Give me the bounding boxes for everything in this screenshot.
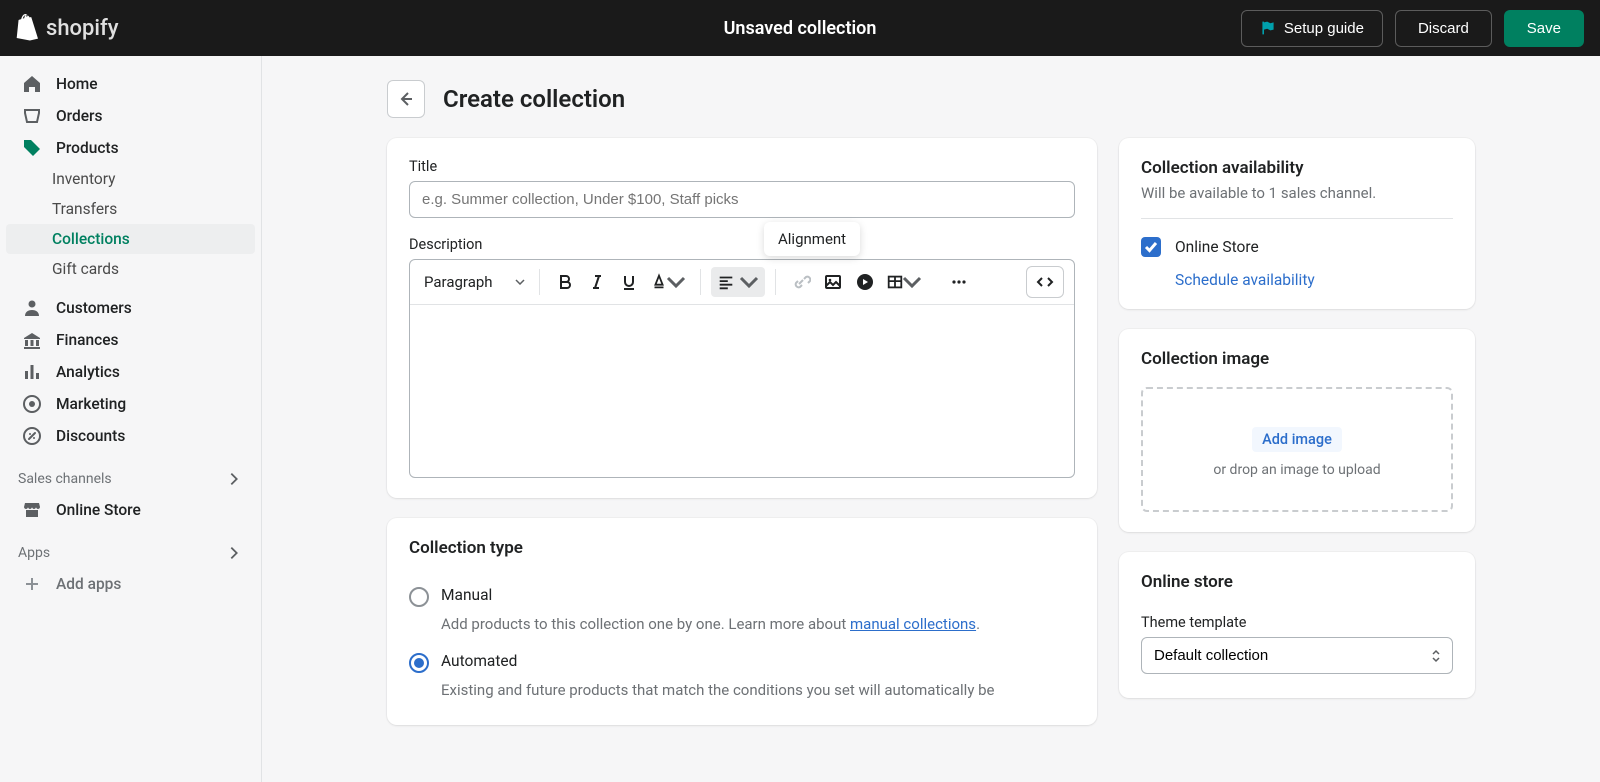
- automated-radio[interactable]: [409, 653, 429, 673]
- plus-icon: [22, 574, 42, 594]
- availability-title: Collection availability: [1141, 158, 1453, 178]
- back-button[interactable]: [387, 80, 425, 118]
- description-label: Description: [409, 236, 1075, 253]
- page-title: Create collection: [443, 85, 625, 113]
- chevron-right-icon: [225, 544, 243, 562]
- caret-down-icon: [902, 272, 922, 292]
- nav-inventory[interactable]: Inventory: [6, 164, 255, 194]
- nav-orders[interactable]: Orders: [6, 100, 255, 132]
- save-button[interactable]: Save: [1504, 10, 1584, 47]
- marketing-icon: [22, 394, 42, 414]
- unsaved-title: Unsaved collection: [724, 18, 877, 39]
- theme-template-select[interactable]: Default collection: [1141, 637, 1453, 674]
- nav-customers[interactable]: Customers: [6, 292, 255, 324]
- setup-guide-button[interactable]: Setup guide: [1241, 10, 1383, 47]
- schedule-availability-link[interactable]: Schedule availability: [1175, 271, 1453, 289]
- nav-home[interactable]: Home: [6, 68, 255, 100]
- collection-type-title: Collection type: [409, 538, 1075, 558]
- underline-button[interactable]: [614, 267, 644, 297]
- image-button[interactable]: [818, 267, 848, 297]
- sales-channels-header[interactable]: Sales channels: [0, 452, 261, 494]
- manual-collections-link[interactable]: manual collections: [850, 615, 976, 633]
- availability-sub: Will be available to 1 sales channel.: [1141, 184, 1453, 202]
- home-icon: [22, 74, 42, 94]
- description-textarea[interactable]: [410, 305, 1074, 477]
- nav-collections[interactable]: Collections: [6, 224, 255, 254]
- online-store-card: Online store Theme template Default coll…: [1119, 552, 1475, 698]
- availability-card: Collection availability Will be availabl…: [1119, 138, 1475, 309]
- collection-type-card: Collection type Manual Add products to t…: [387, 518, 1097, 725]
- nav-marketing[interactable]: Marketing: [6, 388, 255, 420]
- italic-button[interactable]: [582, 267, 612, 297]
- discard-button[interactable]: Discard: [1395, 10, 1492, 47]
- sidebar: Home Orders Products Inventory Transfers…: [0, 56, 262, 782]
- image-title: Collection image: [1141, 349, 1453, 369]
- table-button[interactable]: [882, 267, 926, 297]
- video-button[interactable]: [850, 267, 880, 297]
- nav-online-store[interactable]: Online Store: [6, 494, 255, 526]
- nav-add-apps[interactable]: Add apps: [6, 568, 255, 600]
- flag-icon: [1260, 20, 1276, 36]
- collection-image-card: Collection image Add image or drop an im…: [1119, 329, 1475, 532]
- arrow-left-icon: [396, 89, 416, 109]
- nav-transfers[interactable]: Transfers: [6, 194, 255, 224]
- automated-desc: Existing and future products that match …: [441, 679, 1075, 702]
- nav-gift-cards[interactable]: Gift cards: [6, 254, 255, 284]
- caret-down-icon: [739, 272, 759, 292]
- paragraph-dropdown[interactable]: Paragraph: [420, 267, 529, 297]
- nav-analytics[interactable]: Analytics: [6, 356, 255, 388]
- nav-discounts[interactable]: Discounts: [6, 420, 255, 452]
- title-description-card: Title Description Alignment Paragraph: [387, 138, 1097, 498]
- link-button[interactable]: [786, 267, 816, 297]
- online-store-checkbox[interactable]: [1141, 237, 1161, 257]
- description-editor: Alignment Paragraph: [409, 259, 1075, 478]
- tag-icon: [22, 138, 42, 158]
- alignment-button[interactable]: [711, 267, 765, 297]
- caret-down-icon: [515, 279, 525, 285]
- shopify-logo[interactable]: shopify: [16, 14, 119, 42]
- title-input[interactable]: [409, 181, 1075, 218]
- store-icon: [22, 500, 42, 520]
- discounts-icon: [22, 426, 42, 446]
- title-label: Title: [409, 158, 1075, 175]
- manual-radio[interactable]: [409, 587, 429, 607]
- chevron-right-icon: [225, 470, 243, 488]
- theme-template-label: Theme template: [1141, 614, 1453, 631]
- text-color-button[interactable]: [646, 267, 690, 297]
- apps-header[interactable]: Apps: [0, 526, 261, 568]
- orders-icon: [22, 106, 42, 126]
- automated-radio-row[interactable]: Automated: [409, 652, 1075, 673]
- main-content: Create collection Title Description Alig…: [262, 56, 1600, 782]
- check-icon: [1144, 240, 1158, 254]
- more-button[interactable]: [944, 267, 974, 297]
- online-store-title: Online store: [1141, 572, 1453, 592]
- nav-finances[interactable]: Finances: [6, 324, 255, 356]
- image-dropzone[interactable]: Add image or drop an image to upload: [1141, 387, 1453, 512]
- caret-down-icon: [666, 272, 686, 292]
- drop-text: or drop an image to upload: [1159, 462, 1435, 478]
- finances-icon: [22, 330, 42, 350]
- add-image-button[interactable]: Add image: [1252, 427, 1342, 452]
- manual-desc: Add products to this collection one by o…: [441, 613, 1075, 636]
- analytics-icon: [22, 362, 42, 382]
- alignment-tooltip: Alignment: [764, 222, 860, 256]
- topbar: shopify Unsaved collection Setup guide D…: [0, 0, 1600, 56]
- online-store-checkbox-row[interactable]: Online Store: [1141, 237, 1453, 257]
- html-button[interactable]: [1026, 266, 1064, 298]
- customers-icon: [22, 298, 42, 318]
- bold-button[interactable]: [550, 267, 580, 297]
- nav-products[interactable]: Products: [6, 132, 255, 164]
- manual-radio-row[interactable]: Manual: [409, 586, 1075, 607]
